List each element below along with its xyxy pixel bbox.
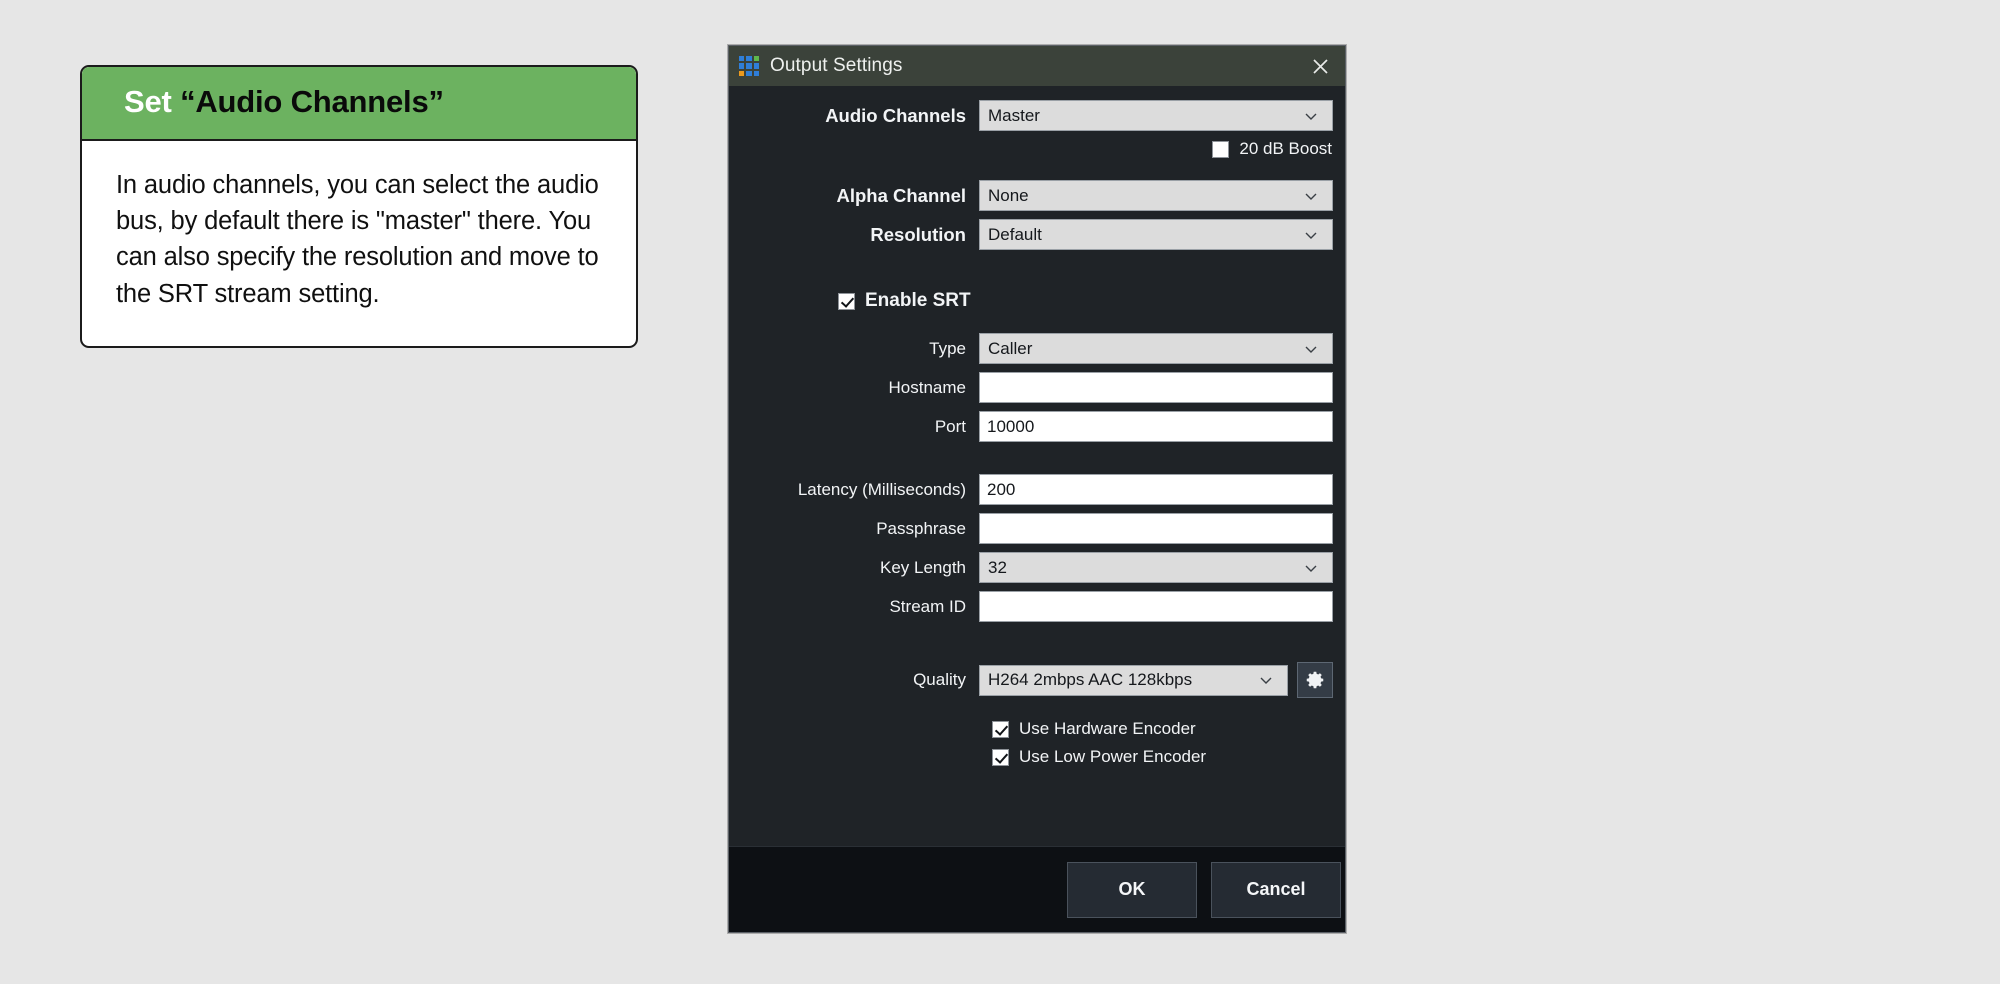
port-label: Port xyxy=(934,416,966,436)
chevron-down-icon xyxy=(1303,341,1319,357)
dialog-footer: OK Cancel xyxy=(729,846,1345,932)
stream-id-input[interactable] xyxy=(979,591,1333,622)
latency-field: 200 xyxy=(979,474,1333,505)
type-field: Caller xyxy=(979,333,1333,364)
callout-body-text: In audio channels, you can select the au… xyxy=(116,171,599,308)
resolution-select[interactable]: Default xyxy=(979,219,1333,250)
use-hardware-encoder-row: Use Hardware Encoder xyxy=(741,719,1333,739)
alpha-channel-row: Alpha Channel None xyxy=(741,180,1333,211)
enable-srt-row: Enable SRT xyxy=(741,290,1333,312)
resolution-label: Resolution xyxy=(870,223,966,245)
chevron-down-icon xyxy=(1303,188,1319,204)
callout-header: Set “Audio Channels” xyxy=(82,67,636,141)
key-length-select[interactable]: 32 xyxy=(979,552,1333,583)
port-field: 10000 xyxy=(979,411,1333,442)
use-low-power-encoder-checkbox[interactable] xyxy=(992,748,1009,766)
ok-button[interactable]: OK xyxy=(1067,861,1197,918)
key-length-field: 32 xyxy=(979,552,1333,583)
quality-field: H264 2mbps AAC 128kbps xyxy=(979,664,1288,696)
db-boost-row: 20 dB Boost xyxy=(741,139,1333,159)
dialog-titlebar[interactable]: Output Settings xyxy=(729,46,1345,86)
quality-select[interactable]: H264 2mbps AAC 128kbps xyxy=(979,664,1288,696)
passphrase-label: Passphrase xyxy=(876,518,966,538)
callout-body: In audio channels, you can select the au… xyxy=(82,141,636,346)
use-hardware-encoder-label: Use Hardware Encoder xyxy=(1019,719,1196,738)
gear-icon[interactable] xyxy=(1297,662,1333,698)
passphrase-input[interactable] xyxy=(979,513,1333,544)
close-icon[interactable] xyxy=(1299,47,1341,85)
alpha-channel-field: None xyxy=(979,180,1333,211)
audio-channels-label: Audio Channels xyxy=(825,104,966,126)
quality-label: Quality xyxy=(913,670,966,689)
use-low-power-encoder-label: Use Low Power Encoder xyxy=(1019,747,1207,766)
type-select[interactable]: Caller xyxy=(979,333,1333,364)
key-length-row: Key Length 32 xyxy=(741,552,1333,583)
type-row: Type Caller xyxy=(741,333,1333,364)
resolution-field: Default xyxy=(979,219,1333,250)
hostname-label: Hostname xyxy=(888,377,966,397)
dialog-title: Output Settings xyxy=(770,55,903,76)
hostname-input[interactable] xyxy=(979,372,1333,403)
db-boost-label: 20 dB Boost xyxy=(1239,139,1332,158)
chevron-down-icon xyxy=(1303,227,1319,243)
grid-3x3-icon xyxy=(739,56,759,76)
latency-label: Latency (Milliseconds) xyxy=(797,479,966,499)
output-settings-dialog: Output Settings Audio Channels Master 20… xyxy=(728,45,1346,933)
db-boost-checkbox[interactable] xyxy=(1212,140,1230,158)
latency-row: Latency (Milliseconds) 200 xyxy=(741,474,1333,505)
latency-input[interactable]: 200 xyxy=(979,474,1333,505)
port-input[interactable]: 10000 xyxy=(979,411,1333,442)
alpha-channel-label: Alpha Channel xyxy=(836,184,966,206)
chevron-down-icon xyxy=(1258,672,1274,688)
callout-heading-quoted: “Audio Channels” xyxy=(180,84,444,119)
quality-row: Quality H264 2mbps AAC 128kbps xyxy=(741,662,1333,698)
instruction-callout: Set “Audio Channels” In audio channels, … xyxy=(80,65,638,348)
use-low-power-encoder-row: Use Low Power Encoder xyxy=(741,747,1333,767)
hostname-field xyxy=(979,372,1333,403)
stream-id-label: Stream ID xyxy=(889,596,966,616)
audio-channels-row: Audio Channels Master xyxy=(741,100,1333,131)
alpha-channel-value: None xyxy=(988,185,1029,205)
type-label: Type xyxy=(929,338,966,358)
audio-channels-value: Master xyxy=(988,105,1040,125)
enable-srt-checkbox[interactable] xyxy=(838,292,855,310)
resolution-row: Resolution Default xyxy=(741,219,1333,250)
audio-channels-field: Master xyxy=(979,100,1333,131)
chevron-down-icon xyxy=(1303,108,1319,124)
quality-value: H264 2mbps AAC 128kbps xyxy=(988,670,1193,689)
audio-channels-select[interactable]: Master xyxy=(979,100,1333,131)
cancel-button[interactable]: Cancel xyxy=(1211,861,1341,918)
callout-heading-prefix: Set xyxy=(124,84,181,119)
resolution-value: Default xyxy=(988,224,1042,244)
type-value: Caller xyxy=(988,338,1033,358)
enable-srt-label: Enable SRT xyxy=(865,290,971,311)
chevron-down-icon xyxy=(1303,560,1319,576)
hostname-row: Hostname xyxy=(741,372,1333,403)
latency-value: 200 xyxy=(987,479,1016,499)
port-value: 10000 xyxy=(987,416,1035,436)
passphrase-field xyxy=(979,513,1333,544)
dialog-body: Audio Channels Master 20 dB Boost Alpha … xyxy=(729,86,1345,846)
alpha-channel-select[interactable]: None xyxy=(979,180,1333,211)
key-length-value: 32 xyxy=(988,557,1007,577)
use-hardware-encoder-checkbox[interactable] xyxy=(992,720,1009,738)
stream-id-field xyxy=(979,591,1333,622)
stream-id-row: Stream ID xyxy=(741,591,1333,622)
port-row: Port 10000 xyxy=(741,411,1333,442)
passphrase-row: Passphrase xyxy=(741,513,1333,544)
key-length-label: Key Length xyxy=(879,557,966,577)
